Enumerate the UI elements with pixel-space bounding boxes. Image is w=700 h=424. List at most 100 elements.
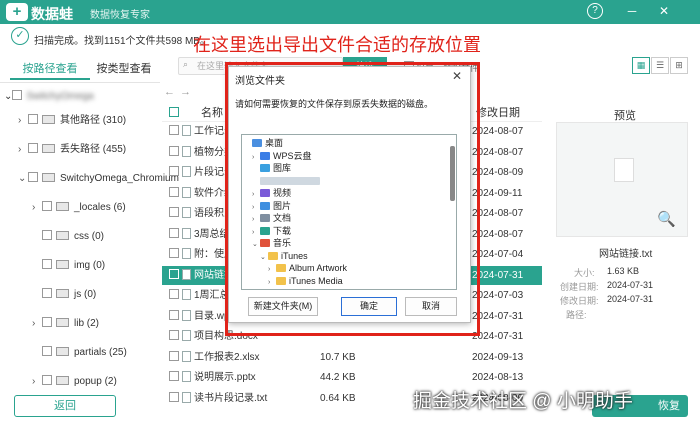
file-size: 44.2 KB <box>320 372 356 383</box>
tree-item-label: lib (2) <box>74 318 100 329</box>
meta-modified-value: 2024-07-31 <box>607 294 654 304</box>
meta-size-label: 大小: <box>574 268 595 278</box>
row-checkbox[interactable] <box>169 227 179 238</box>
tree-item[interactable]: › 其他路径 (310) <box>18 111 126 131</box>
detail-view-icon[interactable]: ⊞ <box>670 57 688 74</box>
tree-checkbox[interactable] <box>42 375 52 385</box>
row-checkbox[interactable] <box>169 330 179 340</box>
tree-item-label: css (0) <box>74 231 104 242</box>
row-checkbox[interactable] <box>169 125 179 135</box>
row-checkbox[interactable] <box>169 309 179 320</box>
tree-item-label: popup (2) <box>74 376 117 387</box>
folder-icon <box>56 289 69 298</box>
row-checkbox[interactable] <box>169 350 179 361</box>
row-checkbox[interactable] <box>169 371 179 381</box>
table-row[interactable]: 说明展示.pptx 44.2 KB 2024-08-13 <box>162 368 542 387</box>
tree-item[interactable]: img (0) <box>32 256 105 276</box>
zoom-icon[interactable]: 🔍 <box>657 210 676 228</box>
row-checkbox[interactable] <box>169 248 179 258</box>
chevron-icon[interactable]: ⌄ <box>18 169 28 189</box>
row-checkbox[interactable] <box>169 186 179 197</box>
tree-item[interactable]: css (0) <box>32 227 104 247</box>
tree-checkbox[interactable] <box>42 201 52 211</box>
file-size: 10.7 KB <box>320 351 356 363</box>
chevron-down-icon: ⌄ <box>4 91 13 102</box>
file-icon <box>182 166 191 177</box>
tree-root[interactable]: ⌄ SwitchyOmega <box>4 90 94 102</box>
nav-back-icon[interactable]: ← <box>164 86 175 98</box>
file-icon <box>182 248 191 259</box>
file-date: 2024-09-13 <box>472 351 524 363</box>
tree-item-label: 其他路径 (310) <box>60 115 127 126</box>
tab-by-path[interactable]: 按路径查看 <box>10 58 90 80</box>
meta-modified-label: 修改日期: <box>560 296 599 306</box>
chevron-icon[interactable]: › <box>32 198 42 218</box>
tree-item[interactable]: › popup (2) <box>32 372 117 392</box>
folder-icon <box>42 144 55 153</box>
file-icon <box>182 309 191 321</box>
meta-created-value: 2024-07-31 <box>607 280 654 290</box>
app-subtitle: 数据恢复专家 <box>90 10 150 21</box>
row-checkbox[interactable] <box>169 207 179 217</box>
tree-item-label: img (0) <box>74 260 106 271</box>
tree-item-label: _locales (6) <box>74 202 126 213</box>
file-icon <box>182 145 191 157</box>
tree-checkbox[interactable] <box>42 346 52 356</box>
meta-size-value: 1.63 KB <box>607 266 640 276</box>
close-icon[interactable]: ✕ <box>656 3 672 19</box>
tree-checkbox[interactable] <box>12 90 23 100</box>
chevron-icon[interactable]: › <box>32 314 42 334</box>
tree-item[interactable]: › lib (2) <box>32 314 99 334</box>
watermark: 掘金技术社区 @ 小明助手 <box>413 391 633 412</box>
row-checkbox[interactable] <box>169 289 179 299</box>
tree-checkbox[interactable] <box>28 143 38 153</box>
back-button[interactable]: 返回 <box>14 395 116 417</box>
chevron-icon[interactable]: › <box>32 372 42 392</box>
tree-item[interactable]: ⌄ SwitchyOmega_Chromium <box>18 169 179 189</box>
file-icon <box>182 268 191 280</box>
scan-status-text: 扫描完成。找到1151个文件共598 MB。 <box>34 36 210 47</box>
file-date: 2024-08-13 <box>472 372 524 383</box>
file-icon <box>182 350 191 362</box>
divider <box>0 82 160 83</box>
row-checkbox[interactable] <box>169 166 179 176</box>
nav-forward-icon[interactable]: → <box>180 86 191 98</box>
chevron-icon[interactable]: › <box>18 140 28 160</box>
tab-by-type[interactable]: 按类型查看 <box>84 58 164 80</box>
row-checkbox[interactable] <box>169 145 179 156</box>
search-icon: ⌕ <box>183 59 189 69</box>
tree-checkbox[interactable] <box>28 172 38 182</box>
tree-checkbox[interactable] <box>42 259 52 269</box>
select-all-checkbox[interactable] <box>169 107 183 119</box>
app-name: 数据蛙 <box>31 6 73 22</box>
column-modified-header[interactable]: 修改日期 <box>476 104 520 122</box>
folder-icon <box>56 260 69 269</box>
tree-item-label: partials (25) <box>74 347 127 358</box>
file-icon <box>182 186 191 198</box>
column-name-header[interactable]: 名称 <box>201 104 223 122</box>
row-checkbox[interactable] <box>169 391 179 402</box>
tree-item[interactable]: › 丢失路径 (455) <box>18 140 126 160</box>
tree-item[interactable]: partials (25) <box>32 343 127 363</box>
file-name: 说明展示.pptx <box>194 372 256 383</box>
file-name: 读书片段记录.txt <box>194 392 268 404</box>
tree-checkbox[interactable] <box>42 230 52 240</box>
app-logo-icon: + <box>6 3 28 21</box>
minimize-icon[interactable]: ─ <box>624 3 640 19</box>
tree-item[interactable]: js (0) <box>32 285 96 305</box>
tree-checkbox[interactable] <box>28 114 38 124</box>
folder-icon <box>42 115 55 124</box>
tree-checkbox[interactable] <box>42 317 52 327</box>
table-row[interactable]: 工作报表2.xlsx 10.7 KB 2024-09-13 <box>162 348 542 367</box>
folder-icon <box>42 173 55 182</box>
highlight-frame <box>225 62 480 336</box>
list-view-icon[interactable]: ☰ <box>651 57 669 74</box>
scan-complete-icon: ✓ <box>11 27 29 45</box>
tree-item[interactable]: › _locales (6) <box>32 198 126 218</box>
tree-checkbox[interactable] <box>42 288 52 298</box>
grid-view-icon[interactable]: ▦ <box>632 57 650 74</box>
chevron-icon[interactable]: › <box>18 111 28 131</box>
meta-created-label: 创建日期: <box>560 282 599 292</box>
help-icon[interactable]: ? <box>587 3 603 19</box>
row-checkbox[interactable] <box>169 268 179 279</box>
